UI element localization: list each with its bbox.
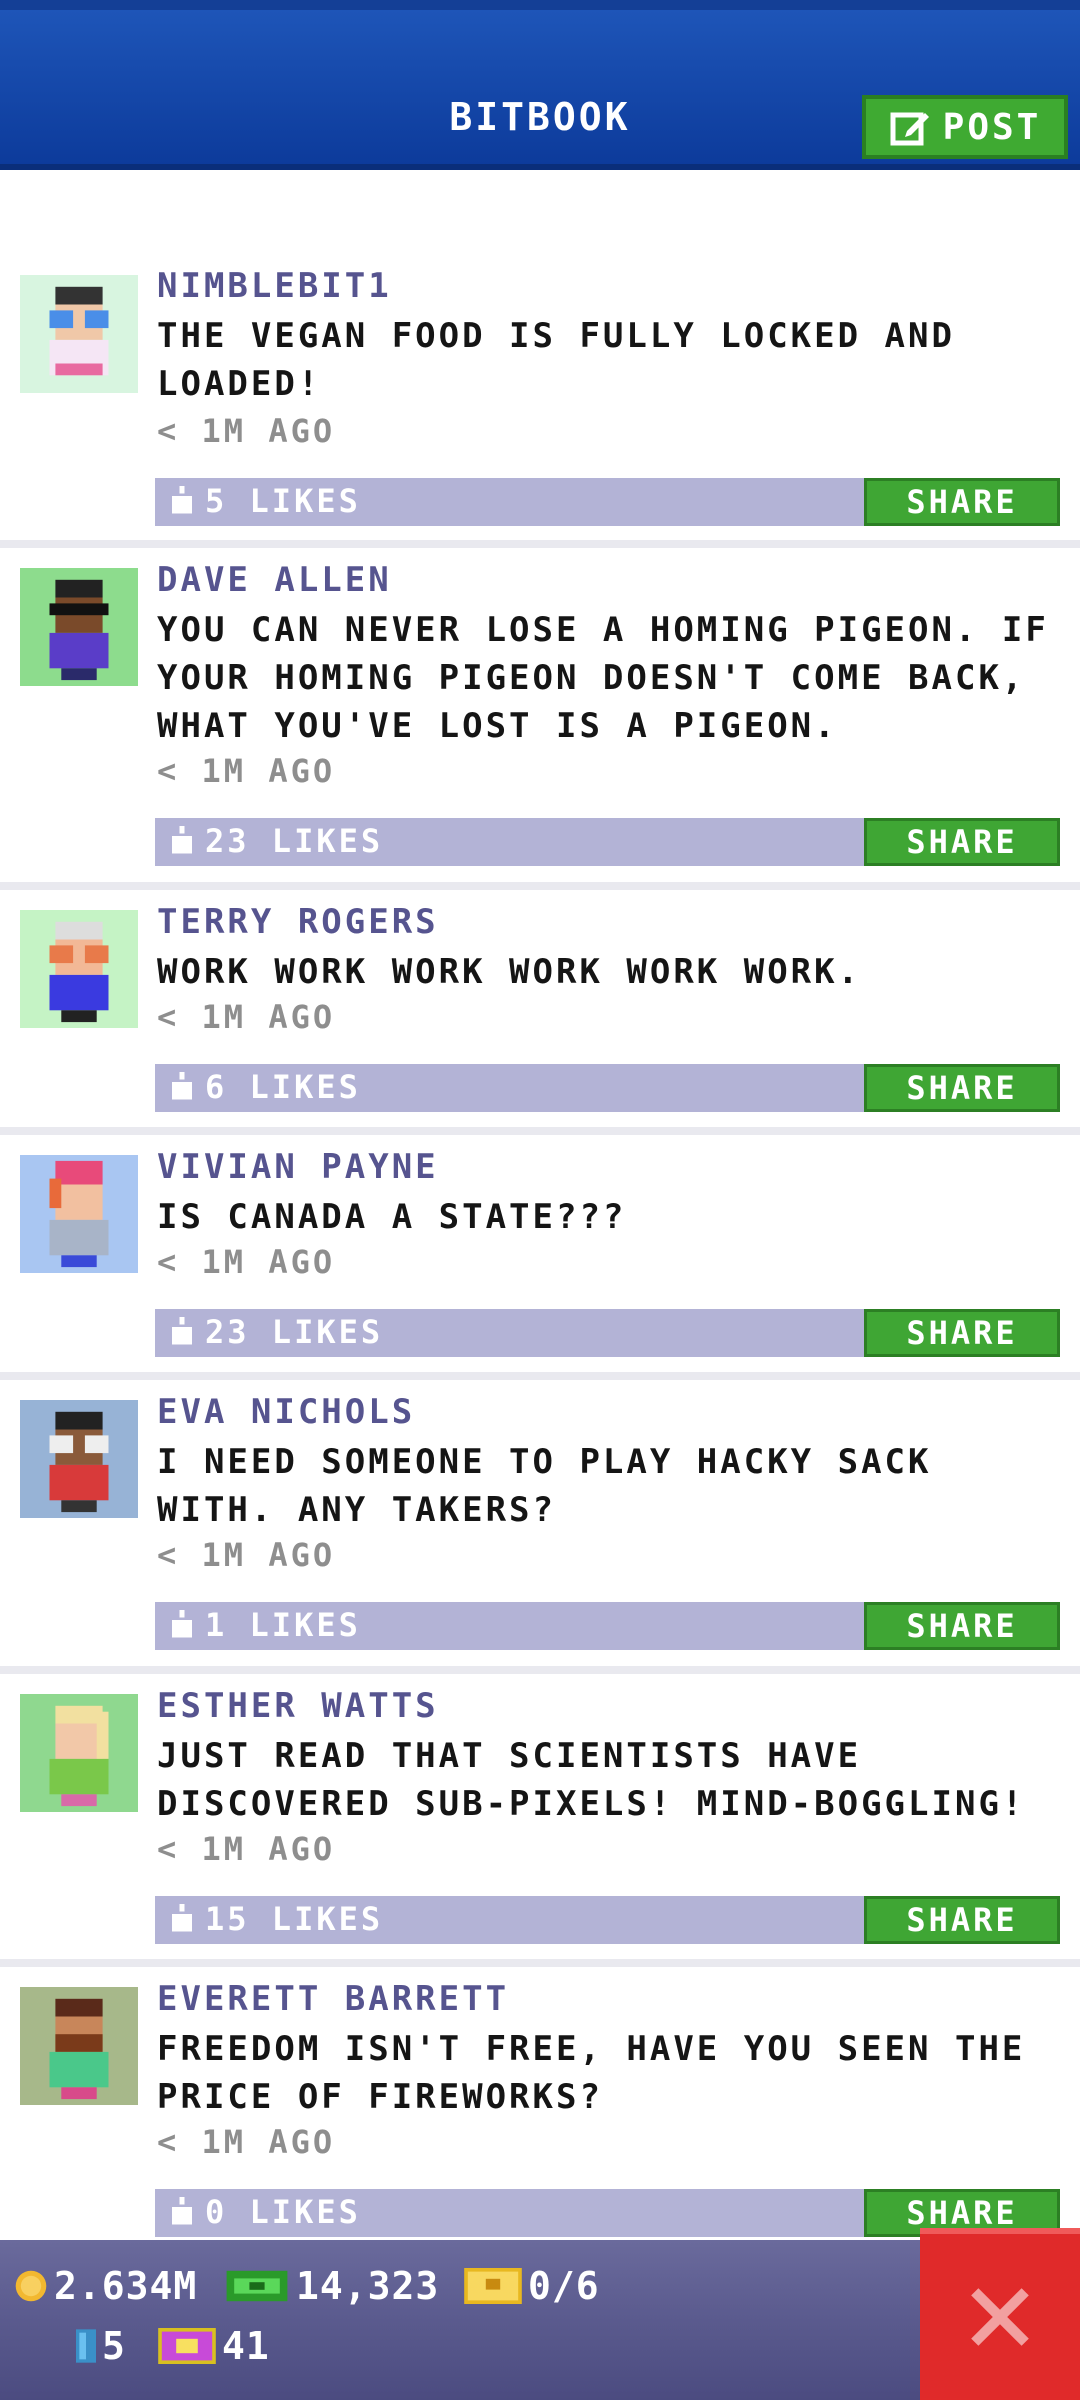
coin-icon <box>15 2270 47 2302</box>
thumb-icon <box>172 1610 192 1638</box>
coins-value: 2.634M <box>54 2264 198 2308</box>
like-bar[interactable]: 1 LIKES SHARE <box>155 1602 1060 1650</box>
like-count: 23 LIKES <box>205 1313 384 1351</box>
share-button[interactable]: SHARE <box>864 1064 1060 1112</box>
close-button[interactable] <box>920 2228 1080 2400</box>
golden-stat: 41 <box>158 2324 270 2368</box>
like-bar[interactable]: 23 LIKES SHARE <box>155 818 1060 866</box>
like-count: 23 LIKES <box>205 822 384 860</box>
post-author[interactable]: VIVIAN PAYNE <box>157 1147 439 1187</box>
post-author[interactable]: NIMBLEBIT1 <box>157 266 392 306</box>
avatar[interactable] <box>20 568 138 686</box>
close-icon <box>971 2288 1029 2346</box>
avatar[interactable] <box>20 1987 138 2105</box>
tickets-value: 0/6 <box>528 2264 600 2308</box>
post-button[interactable]: POST <box>862 95 1068 159</box>
share-button[interactable]: SHARE <box>864 1309 1060 1357</box>
share-button[interactable]: SHARE <box>864 478 1060 526</box>
thumb-icon <box>172 1072 192 1100</box>
post-author[interactable]: ESTHER WATTS <box>157 1686 439 1726</box>
thumb-icon <box>172 486 192 514</box>
thumb-icon <box>172 826 192 854</box>
tickets-stat: 0/6 <box>464 2264 600 2308</box>
avatar-image <box>49 286 109 376</box>
post-time: < 1M AGO <box>157 412 336 450</box>
post-time: < 1M AGO <box>157 1243 336 1281</box>
avatar-image <box>49 579 109 681</box>
bux-value: 14,323 <box>296 2264 440 2308</box>
feed-post: NIMBLEBIT1 THE VEGAN FOOD IS FULLY LOCKE… <box>0 170 1080 548</box>
like-count: 15 LIKES <box>205 1900 384 1938</box>
post-message: I NEED SOMEONE TO PLAY HACKY SACK WITH. … <box>157 1442 932 1530</box>
post-time: < 1M AGO <box>157 998 336 1036</box>
post-time: < 1M AGO <box>157 1830 336 1868</box>
feed-list[interactable]: NIMBLEBIT1 THE VEGAN FOOD IS FULLY LOCKE… <box>0 170 1080 2240</box>
post-time: < 1M AGO <box>157 2123 336 2161</box>
post-message: FREEDOM ISN'T FREE, HAVE YOU SEEN THE PR… <box>157 2029 1026 2117</box>
golden-value: 41 <box>222 2324 270 2368</box>
avatar[interactable] <box>20 1155 138 1273</box>
avatar-image <box>49 1160 109 1268</box>
share-button[interactable]: SHARE <box>864 1602 1060 1650</box>
avatar[interactable] <box>20 910 138 1028</box>
feed-post: ESTHER WATTS JUST READ THAT SCIENTISTS H… <box>0 1674 1080 1967</box>
avatar-image <box>49 1998 109 2100</box>
post-message: THE VEGAN FOOD IS FULLY LOCKED AND LOADE… <box>157 316 955 404</box>
feed-post: EVA NICHOLS I NEED SOMEONE TO PLAY HACKY… <box>0 1380 1080 1674</box>
thumb-icon <box>172 1317 192 1345</box>
avatar[interactable] <box>20 1400 138 1518</box>
post-message: JUST READ THAT SCIENTISTS HAVE DISCOVERE… <box>157 1736 1026 1824</box>
like-count: 5 LIKES <box>205 482 361 520</box>
like-count: 1 LIKES <box>205 1606 361 1644</box>
edit-icon <box>890 112 929 146</box>
ticket-icon <box>464 2268 522 2304</box>
post-button-label: POST <box>942 106 1042 148</box>
post-message: WORK WORK WORK WORK WORK WORK. <box>157 952 862 992</box>
like-bar[interactable]: 23 LIKES SHARE <box>155 1309 1060 1357</box>
key-icon <box>76 2329 96 2363</box>
feed-post: VIVIAN PAYNE IS CANADA A STATE??? < 1M A… <box>0 1135 1080 1380</box>
avatar-image <box>49 1705 109 1807</box>
share-button[interactable]: SHARE <box>864 1896 1060 1944</box>
like-bar[interactable]: 6 LIKES SHARE <box>155 1064 1060 1112</box>
feed-post: EVERETT BARRETT FREEDOM ISN'T FREE, HAVE… <box>0 1967 1080 2240</box>
post-message: IS CANADA A STATE??? <box>157 1197 627 1237</box>
like-count: 6 LIKES <box>205 1068 361 1106</box>
keys-value: 5 <box>102 2324 126 2368</box>
post-author[interactable]: EVERETT BARRETT <box>157 1979 509 2019</box>
post-author[interactable]: EVA NICHOLS <box>157 1392 415 1432</box>
avatar[interactable] <box>20 275 138 393</box>
post-author[interactable]: TERRY ROGERS <box>157 902 439 942</box>
avatar-image <box>49 1411 109 1513</box>
post-time: < 1M AGO <box>157 1536 336 1574</box>
post-message: YOU CAN NEVER LOSE A HOMING PIGEON. IF Y… <box>157 610 1049 746</box>
golden-ticket-icon <box>158 2328 216 2364</box>
share-button[interactable]: SHARE <box>864 818 1060 866</box>
status-bar: 2.634M 14,323 0/6 5 41 <box>0 2240 1080 2400</box>
like-count: 0 LIKES <box>205 2193 361 2231</box>
feed-post: DAVE ALLEN YOU CAN NEVER LOSE A HOMING P… <box>0 548 1080 890</box>
avatar-image <box>49 921 109 1023</box>
like-bar[interactable]: 15 LIKES SHARE <box>155 1896 1060 1944</box>
avatar[interactable] <box>20 1694 138 1812</box>
feed-post: TERRY ROGERS WORK WORK WORK WORK WORK WO… <box>0 890 1080 1135</box>
post-time: < 1M AGO <box>157 752 336 790</box>
post-author[interactable]: DAVE ALLEN <box>157 560 392 600</box>
bux-icon <box>226 2270 288 2302</box>
thumb-icon <box>172 2197 192 2225</box>
bux-stat: 14,323 <box>224 2264 439 2308</box>
thumb-icon <box>172 1904 192 1932</box>
keys-stat: 5 <box>76 2324 126 2368</box>
coins-stat: 2.634M <box>14 2264 197 2308</box>
like-bar[interactable]: 5 LIKES SHARE <box>155 478 1060 526</box>
